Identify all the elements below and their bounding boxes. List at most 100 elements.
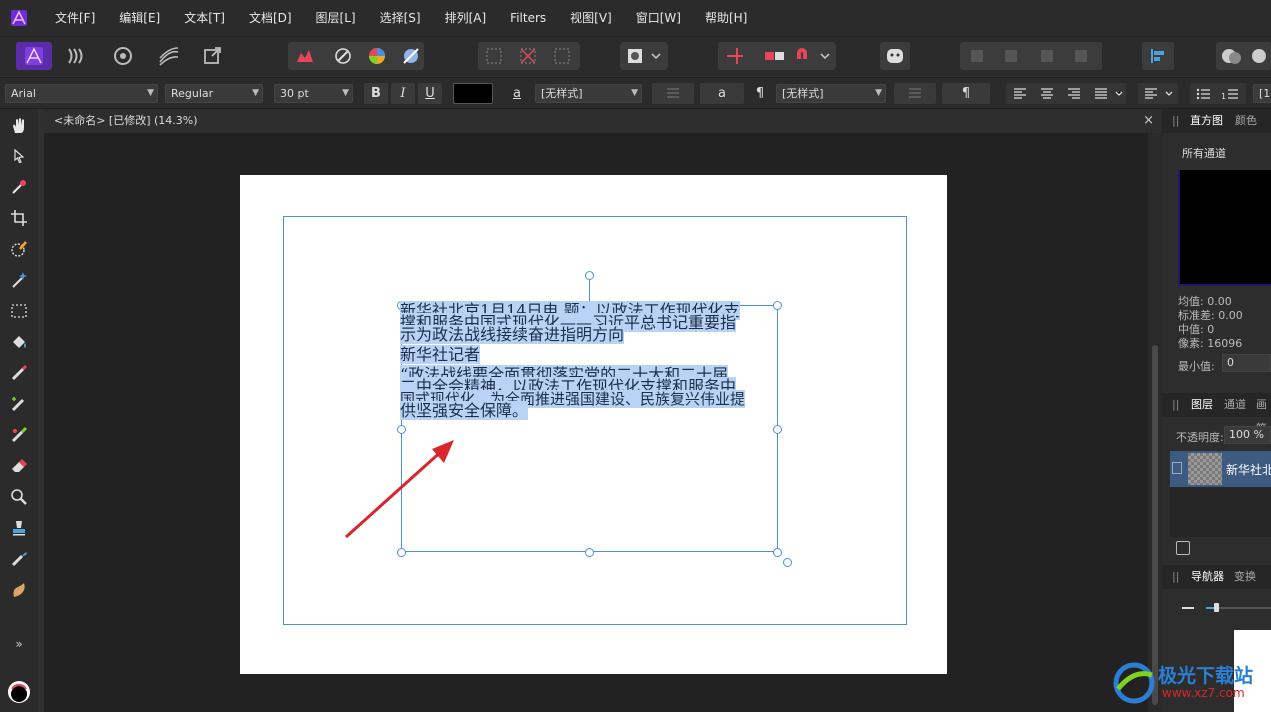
layers-empty-area bbox=[1170, 487, 1271, 537]
document-tab[interactable]: <未命名> [已修改] (14.3%) × bbox=[44, 109, 1162, 133]
move-tool-icon[interactable] bbox=[6, 143, 32, 169]
character-style-icon: a bbox=[513, 86, 521, 101]
flood-fill-tool-icon[interactable] bbox=[6, 329, 32, 355]
tab-layers[interactable]: 图层 bbox=[1191, 393, 1213, 417]
right-panel: || 直方图 颜色 所有通道 均值: 0.00 标准差: 0.00 中值: 0 … bbox=[1162, 109, 1271, 712]
quick-mask-button[interactable] bbox=[620, 42, 668, 70]
resize-handle[interactable] bbox=[773, 548, 782, 557]
paragraph-style-select[interactable]: [无样式] ▼ bbox=[776, 84, 886, 103]
panel-grip-icon: || bbox=[1172, 570, 1180, 583]
chevron-down-icon: ▼ bbox=[147, 88, 154, 98]
layer-mask-icon[interactable] bbox=[1176, 541, 1190, 555]
assistant-icon[interactable] bbox=[880, 42, 910, 70]
layer-visibility-icon[interactable] bbox=[1172, 462, 1182, 474]
para-style-options-button[interactable] bbox=[894, 83, 936, 104]
menu-file[interactable]: 文件[F] bbox=[43, 0, 107, 36]
text-color-swatch[interactable] bbox=[453, 83, 493, 104]
selection-brush-tool-icon[interactable] bbox=[6, 236, 32, 262]
liquify-brush-tool-icon[interactable] bbox=[6, 577, 32, 603]
eyedropper-tool-icon[interactable] bbox=[6, 174, 32, 200]
zoom-slider[interactable] bbox=[1206, 603, 1271, 613]
tab-color[interactable]: 颜色 bbox=[1235, 109, 1257, 133]
truncated-field[interactable]: [16 bbox=[1253, 84, 1271, 103]
menu-layer[interactable]: 图层[L] bbox=[304, 0, 368, 36]
export-persona-button[interactable] bbox=[198, 42, 228, 70]
menu-select[interactable]: 选择[S] bbox=[368, 0, 433, 36]
opacity-field[interactable]: 100 % bbox=[1224, 426, 1271, 444]
rotate-handle[interactable] bbox=[585, 271, 594, 280]
tab-histogram[interactable]: 直方图 bbox=[1190, 109, 1223, 133]
list-icon bbox=[909, 87, 921, 98]
photo-persona-button[interactable] bbox=[16, 42, 52, 70]
truncated-value: [16 bbox=[1259, 87, 1271, 100]
liquify-persona-button[interactable] bbox=[60, 42, 94, 70]
channel-select[interactable]: 所有通道 bbox=[1178, 146, 1271, 164]
menu-view[interactable]: 视图[V] bbox=[558, 0, 624, 36]
underline-button[interactable]: U bbox=[418, 83, 442, 104]
tone-mapping-persona-button[interactable] bbox=[152, 42, 186, 70]
resize-handle[interactable] bbox=[397, 425, 406, 434]
font-size-value: 30 pt bbox=[280, 87, 309, 100]
min-value-field[interactable]: 0 bbox=[1222, 354, 1271, 372]
para-style-apply-button[interactable]: ¶ bbox=[942, 83, 990, 104]
color-swatches-icon[interactable] bbox=[6, 679, 32, 705]
opacity-value: 100 % bbox=[1229, 428, 1264, 441]
paint-brush-tool-icon[interactable] bbox=[6, 360, 32, 386]
panel-grip-icon: || bbox=[1172, 398, 1180, 411]
smudge-tool-icon[interactable] bbox=[6, 546, 32, 572]
aurora-logo-icon bbox=[1113, 662, 1155, 704]
menu-help[interactable]: 帮助[H] bbox=[693, 0, 759, 36]
resize-handle[interactable] bbox=[585, 548, 594, 557]
dodge-burn-tool-icon[interactable] bbox=[6, 391, 32, 417]
hand-tool-icon[interactable] bbox=[6, 113, 32, 139]
more-tools-icon[interactable]: » bbox=[6, 631, 32, 657]
resize-handle[interactable] bbox=[783, 558, 792, 567]
eraser-tool-icon[interactable] bbox=[6, 453, 32, 479]
char-style-apply-button[interactable]: a bbox=[700, 83, 744, 104]
blur-tool-icon[interactable] bbox=[6, 484, 32, 510]
min-value-label: 最小值: bbox=[1178, 360, 1215, 373]
list-style-group: 1 bbox=[1190, 83, 1246, 104]
opacity-label: 不透明度: bbox=[1176, 431, 1224, 444]
tab-navigator[interactable]: 导航器 bbox=[1191, 565, 1224, 589]
boolean-group bbox=[1216, 42, 1271, 70]
font-size-select[interactable]: 30 pt ▼ bbox=[274, 84, 353, 103]
menu-edit[interactable]: 编辑[E] bbox=[107, 0, 172, 36]
zoom-slider-knob[interactable] bbox=[1214, 603, 1219, 612]
text-line: 新华社记者 bbox=[400, 345, 481, 364]
font-style-select[interactable]: Regular ▼ bbox=[165, 84, 263, 103]
align-button[interactable] bbox=[1142, 42, 1174, 70]
bold-button[interactable]: B bbox=[364, 83, 388, 104]
menu-arrange[interactable]: 排列[A] bbox=[433, 0, 499, 36]
channel-value: 所有通道 bbox=[1182, 147, 1226, 160]
resize-handle[interactable] bbox=[397, 548, 406, 557]
paragraph-style-icon: ¶ bbox=[755, 86, 765, 101]
menu-filters[interactable]: Filters bbox=[498, 0, 558, 36]
context-toolbar: Arial ▼ Regular ▼ 30 pt ▼ B I U a [无样式] ▼ a … bbox=[0, 77, 1271, 109]
develop-persona-button[interactable] bbox=[106, 42, 140, 70]
character-style-value: [无样式] bbox=[541, 87, 583, 100]
vertical-align-select[interactable] bbox=[1138, 83, 1178, 104]
stamp-tool-icon[interactable] bbox=[6, 515, 32, 541]
char-style-options-button[interactable] bbox=[652, 83, 694, 104]
clone-brush-tool-icon[interactable] bbox=[6, 422, 32, 448]
character-style-select[interactable]: [无样式] ▼ bbox=[535, 84, 642, 103]
zoom-out-icon[interactable] bbox=[1182, 607, 1194, 609]
font-family-select[interactable]: Arial ▼ bbox=[5, 84, 158, 103]
flood-select-tool-icon[interactable] bbox=[6, 267, 32, 293]
crop-tool-icon[interactable] bbox=[6, 205, 32, 231]
italic-button[interactable]: I bbox=[391, 83, 415, 104]
tab-transform[interactable]: 变换 bbox=[1234, 565, 1256, 589]
menu-window[interactable]: 窗口[W] bbox=[624, 0, 693, 36]
marquee-tool-icon[interactable] bbox=[6, 298, 32, 324]
close-icon[interactable]: × bbox=[1143, 109, 1154, 133]
menu-text[interactable]: 文本[T] bbox=[172, 0, 237, 36]
layer-row[interactable]: 新华社北 bbox=[1170, 451, 1271, 487]
menu-document[interactable]: 文档[D] bbox=[237, 0, 304, 36]
tab-channels[interactable]: 通道 bbox=[1224, 393, 1246, 417]
chevron-down-icon: ▼ bbox=[342, 88, 349, 98]
scrollbar-thumb[interactable] bbox=[1152, 345, 1158, 705]
list-icon bbox=[667, 87, 679, 98]
selected-text[interactable]: 新华社北京1月14日电 题：以政法工作现代化支 撑和服务中国式现代化——习近平总… bbox=[400, 301, 778, 420]
resize-handle[interactable] bbox=[773, 425, 782, 434]
